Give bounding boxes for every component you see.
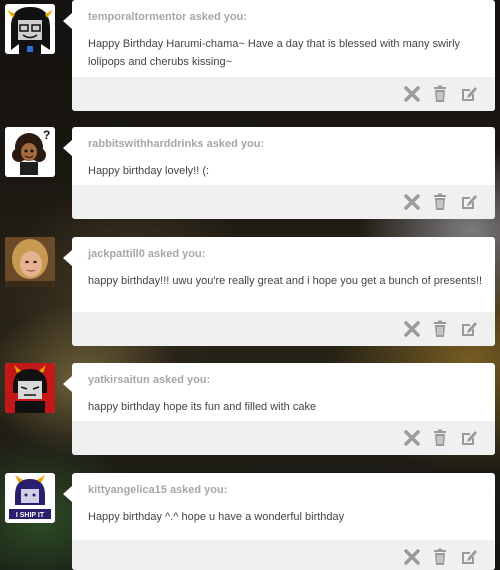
delete-button[interactable] bbox=[403, 85, 421, 103]
edit-icon bbox=[462, 87, 477, 101]
trash-icon bbox=[434, 193, 446, 210]
trash-icon bbox=[434, 85, 446, 102]
trash-button[interactable] bbox=[431, 320, 449, 338]
asker-name-link[interactable]: yatkirsaitun bbox=[88, 374, 150, 386]
bubble-arrow bbox=[63, 376, 72, 392]
bubble-arrow bbox=[63, 486, 72, 502]
delete-button[interactable] bbox=[403, 193, 421, 211]
trash-icon bbox=[434, 429, 446, 446]
ask-card: rabbitswithharddrinks asked you: Happy b… bbox=[72, 127, 495, 219]
asked-you-label: asked you: bbox=[169, 484, 228, 496]
delete-button[interactable] bbox=[403, 429, 421, 447]
troll-girl-avatar[interactable] bbox=[5, 4, 55, 54]
trash-button[interactable] bbox=[431, 193, 449, 211]
asker-name-link[interactable]: rabbitswithharddrinks bbox=[88, 138, 204, 150]
edit-button[interactable] bbox=[460, 320, 478, 338]
ask-post: jackpattill0 asked you: happy birthday!!… bbox=[0, 237, 500, 349]
i-ship-it-avatar[interactable]: I SHIP IT bbox=[5, 473, 55, 523]
card-footer bbox=[72, 185, 495, 219]
karkat-avatar[interactable] bbox=[5, 363, 55, 413]
card-footer bbox=[72, 540, 495, 570]
asker-line: rabbitswithharddrinks asked you: bbox=[88, 138, 264, 150]
close-icon bbox=[404, 194, 420, 210]
card-footer bbox=[72, 421, 495, 455]
card-footer bbox=[72, 312, 495, 346]
asker-name-link[interactable]: jackpattill0 bbox=[88, 248, 145, 260]
edit-button[interactable] bbox=[460, 85, 478, 103]
ask-post: temporaltormentor asked you: Happy Birth… bbox=[0, 0, 500, 115]
trash-icon bbox=[434, 320, 446, 337]
trash-button[interactable] bbox=[431, 548, 449, 566]
trash-icon bbox=[434, 548, 446, 565]
photo-avatar[interactable] bbox=[5, 237, 55, 287]
asker-name-link[interactable]: kittyangelica15 bbox=[88, 484, 167, 496]
ask-post: yatkirsaitun asked you: happy birthday h… bbox=[0, 363, 500, 458]
card-footer bbox=[72, 77, 495, 111]
edit-icon bbox=[462, 550, 477, 564]
delete-button[interactable] bbox=[403, 548, 421, 566]
edit-button[interactable] bbox=[460, 429, 478, 447]
close-icon bbox=[404, 430, 420, 446]
question-text: Happy birthday lovely!! (: bbox=[88, 165, 210, 177]
trash-button[interactable] bbox=[431, 429, 449, 447]
asked-you-label: asked you: bbox=[189, 11, 247, 23]
avatar-caption: I SHIP IT bbox=[16, 512, 45, 519]
edit-icon bbox=[462, 431, 477, 445]
curly-hair-cartoon-avatar[interactable]: ? bbox=[5, 127, 55, 177]
delete-button[interactable] bbox=[403, 320, 421, 338]
asker-line: jackpattill0 asked you: bbox=[88, 248, 205, 260]
edit-button[interactable] bbox=[460, 548, 478, 566]
trash-button[interactable] bbox=[431, 85, 449, 103]
question-text: Happy Birthday Harumi-chama~ Have a day … bbox=[88, 38, 461, 68]
asker-name-link[interactable]: temporaltormentor bbox=[88, 11, 186, 23]
asked-you-label: asked you: bbox=[147, 248, 206, 260]
asked-you-label: asked you: bbox=[152, 374, 211, 386]
asker-line: temporaltormentor asked you: bbox=[88, 11, 247, 23]
close-icon bbox=[404, 86, 420, 102]
svg-text:?: ? bbox=[43, 128, 50, 142]
ask-card: yatkirsaitun asked you: happy birthday h… bbox=[72, 363, 495, 455]
asker-line: kittyangelica15 asked you: bbox=[88, 484, 227, 496]
ask-card: temporaltormentor asked you: Happy Birth… bbox=[72, 0, 495, 111]
edit-icon bbox=[462, 195, 477, 209]
edit-button[interactable] bbox=[460, 193, 478, 211]
asker-line: yatkirsaitun asked you: bbox=[88, 374, 210, 386]
question-text: happy birthday!!! uwu you're really grea… bbox=[88, 275, 483, 287]
question-text: happy birthday hope its fun and filled w… bbox=[88, 401, 317, 413]
bubble-arrow bbox=[63, 13, 72, 29]
asked-you-label: asked you: bbox=[206, 138, 265, 150]
ask-card: kittyangelica15 asked you: Happy birthda… bbox=[72, 473, 495, 570]
close-icon bbox=[404, 549, 420, 565]
ask-post: I SHIP IT kittyangelica15 asked you: Hap… bbox=[0, 473, 500, 570]
bubble-arrow bbox=[63, 250, 72, 266]
question-text: Happy birthday ^.^ hope u have a wonderf… bbox=[88, 511, 345, 523]
bubble-arrow bbox=[63, 140, 72, 156]
ask-post: ? rabbitswithharddrinks asked you: Happy… bbox=[0, 127, 500, 222]
edit-icon bbox=[462, 322, 477, 336]
close-icon bbox=[404, 321, 420, 337]
ask-card: jackpattill0 asked you: happy birthday!!… bbox=[72, 237, 495, 346]
